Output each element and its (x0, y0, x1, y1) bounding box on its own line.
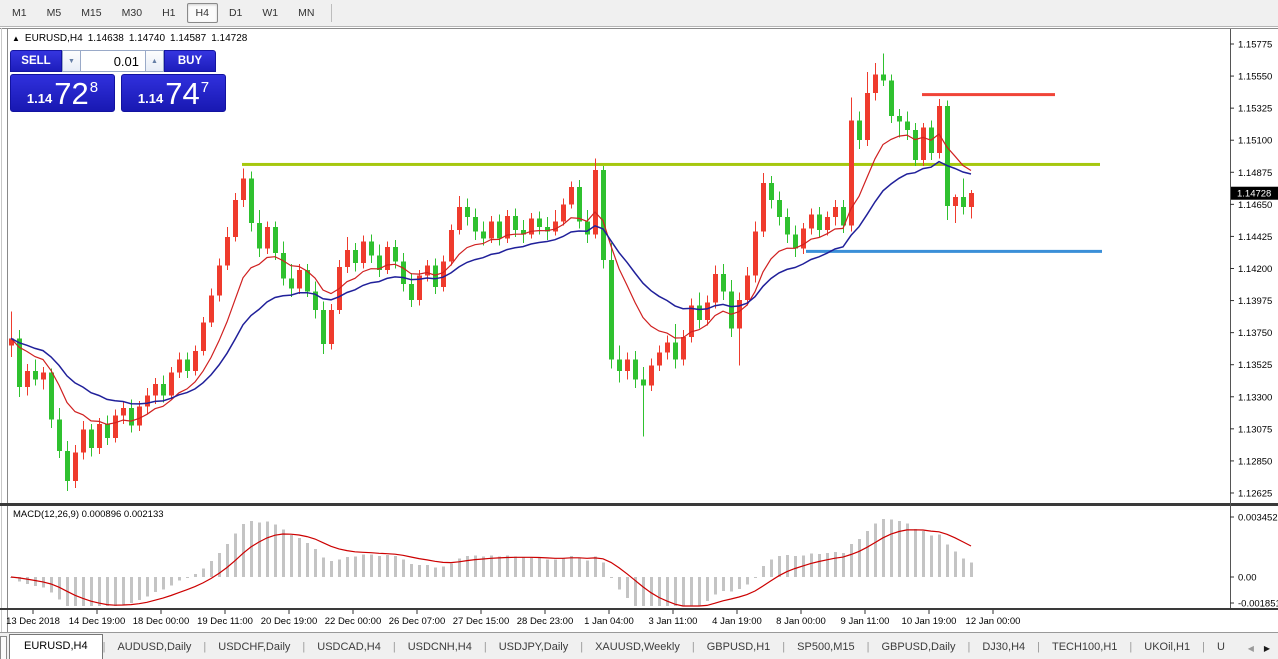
sell-price-point: 8 (90, 79, 98, 96)
tab-usdcnh-h4[interactable]: USDCNH,H4 (396, 637, 484, 659)
timeframe-button-m1[interactable]: M1 (3, 3, 36, 24)
sell-price-pips: 72 (54, 79, 88, 108)
resistance-line[interactable] (922, 93, 1055, 96)
time-axis-label: 26 Dec 07:00 (389, 616, 446, 627)
ohlc-high: 1.14740 (129, 33, 165, 44)
tab-usdcad-h4[interactable]: USDCAD,H4 (305, 637, 393, 659)
tab-sp500-m15[interactable]: SP500,M15 (785, 637, 866, 659)
macd-axis-label: 0.00 (1238, 573, 1257, 584)
collapse-triangle-icon[interactable]: ▲ (12, 35, 20, 43)
price-axis-label: 1.13975 (1238, 296, 1272, 307)
time-axis-label: 13 Dec 2018 (6, 616, 60, 627)
support-line[interactable] (806, 250, 1102, 253)
lot-decrease-button[interactable]: ▼ (62, 50, 81, 72)
tab-scroll-right-icon[interactable]: ▶ (1264, 645, 1270, 653)
tab-scroll-left-icon[interactable]: ◀ (1248, 645, 1254, 653)
buy-price-base: 1.14 (138, 89, 163, 109)
ohlc-low: 1.14587 (170, 33, 206, 44)
price-axis-label: 1.15100 (1238, 136, 1272, 147)
lot-increase-button[interactable]: ▲ (145, 50, 164, 72)
time-axis-label: 18 Dec 00:00 (133, 616, 190, 627)
time-axis-label: 14 Dec 19:00 (69, 616, 126, 627)
toolbar-separator (331, 4, 332, 22)
timeframe-toolbar: M1M5M15M30H1H4D1W1MN (0, 0, 1278, 27)
price-axis-label: 1.13300 (1238, 392, 1272, 403)
timeframe-button-d1[interactable]: D1 (220, 3, 251, 24)
buy-price-pips: 74 (165, 79, 199, 108)
tab-u[interactable]: U (1205, 637, 1237, 659)
time-axis-label: 9 Jan 11:00 (841, 616, 890, 627)
yellow-level-line[interactable] (242, 163, 1100, 166)
buy-price-panel[interactable]: 1.14747 (121, 74, 226, 112)
time-axis-label: 10 Jan 19:00 (902, 616, 957, 627)
tab-xauusd-weekly[interactable]: XAUUSD,Weekly (583, 637, 692, 659)
tab-audusd-daily[interactable]: AUDUSD,Daily (105, 637, 203, 659)
price-axis-label: 1.13525 (1238, 360, 1272, 371)
time-axis-label: 27 Dec 15:00 (453, 616, 510, 627)
timeframe-button-h1[interactable]: H1 (153, 3, 184, 24)
macd-indicator-label: MACD(12,26,9) 0.000896 0.002133 (13, 509, 164, 520)
tab-dj30-h4[interactable]: DJ30,H4 (970, 637, 1037, 659)
tab-gbpusd-daily[interactable]: GBPUSD,Daily (870, 637, 968, 659)
timeframe-button-m5[interactable]: M5 (38, 3, 71, 24)
price-axis-label: 1.12625 (1238, 488, 1272, 499)
macd-axis-label: 0.003452 (1238, 513, 1278, 524)
timeframe-button-w1[interactable]: W1 (253, 3, 287, 24)
time-axis-label: 1 Jan 04:00 (584, 616, 634, 627)
tab-tech100-h1[interactable]: TECH100,H1 (1040, 637, 1129, 659)
timeframe-button-h4[interactable]: H4 (187, 3, 218, 24)
timeframe-button-mn[interactable]: MN (289, 3, 323, 24)
time-axis-label: 12 Jan 00:00 (966, 616, 1021, 627)
price-axis-label: 1.15775 (1238, 40, 1272, 51)
time-axis-label: 19 Dec 11:00 (197, 616, 253, 627)
sell-price-panel[interactable]: 1.14728 (10, 74, 115, 112)
tab-usdchf-daily[interactable]: USDCHF,Daily (206, 637, 302, 659)
ohlc-open: 1.14638 (88, 33, 124, 44)
price-axis-label: 1.14650 (1238, 200, 1272, 211)
price-axis-label: 1.14425 (1238, 232, 1272, 243)
chart-ohlc-header: ▲ EURUSD,H4 1.14638 1.14740 1.14587 1.14… (12, 33, 247, 44)
current-price-value: 1.14728 (1237, 189, 1271, 200)
ohlc-close: 1.14728 (211, 33, 247, 44)
price-axis-label: 1.12850 (1238, 456, 1272, 467)
buy-button[interactable]: BUY (164, 50, 216, 72)
tab-gbpusd-h1[interactable]: GBPUSD,H1 (695, 637, 783, 659)
tab-strip-stub (0, 636, 7, 659)
price-axis-label: 1.14200 (1238, 264, 1272, 275)
time-axis-label: 20 Dec 19:00 (261, 616, 318, 627)
tab-ukoil-h1[interactable]: UKOil,H1 (1132, 637, 1202, 659)
chart-background (0, 27, 1278, 632)
one-click-trading-widget: SELL ▼ ▲ BUY 1.14728 1.14747 (10, 50, 226, 112)
price-axis[interactable]: 1.15775 1.15550 1.15325 1.15100 1.14875 1.146… (1230, 40, 1278, 500)
chart-tab-bar: EURUSD,H4|AUDUSD,Daily|USDCHF,Daily|USDC… (0, 632, 1278, 659)
tab-usdjpy-daily[interactable]: USDJPY,Daily (487, 637, 581, 659)
chart-symbol-label: EURUSD,H4 (25, 33, 83, 44)
sell-price-base: 1.14 (27, 89, 52, 109)
timeframe-button-m15[interactable]: M15 (72, 3, 110, 24)
sell-button[interactable]: SELL (10, 50, 62, 72)
time-axis-label: 28 Dec 23:00 (517, 616, 574, 627)
mt4-window: 1.15775 1.15550 1.15325 1.15100 1.14875 1.146… (0, 0, 1278, 659)
time-axis-label: 4 Jan 19:00 (712, 616, 762, 627)
time-axis-label: 3 Jan 11:00 (649, 616, 698, 627)
buy-price-point: 7 (201, 79, 209, 96)
time-axis-label: 8 Jan 00:00 (776, 616, 826, 627)
price-axis-label: 1.13750 (1238, 328, 1272, 339)
tab-scroll-buttons: ◀▶ (1244, 645, 1278, 659)
macd-axis-label: -0.001851 (1238, 599, 1278, 610)
timeframe-button-m30[interactable]: M30 (113, 3, 151, 24)
lot-size-input[interactable] (81, 50, 145, 72)
price-axis-label: 1.15550 (1238, 72, 1272, 83)
price-axis-label: 1.14875 (1238, 168, 1272, 179)
tab-eurusd-h4[interactable]: EURUSD,H4 (9, 634, 103, 659)
price-axis-label: 1.15325 (1238, 104, 1272, 115)
pane-splitter[interactable] (0, 503, 1278, 506)
price-axis-label: 1.13075 (1238, 424, 1272, 435)
time-axis-label: 22 Dec 00:00 (325, 616, 382, 627)
